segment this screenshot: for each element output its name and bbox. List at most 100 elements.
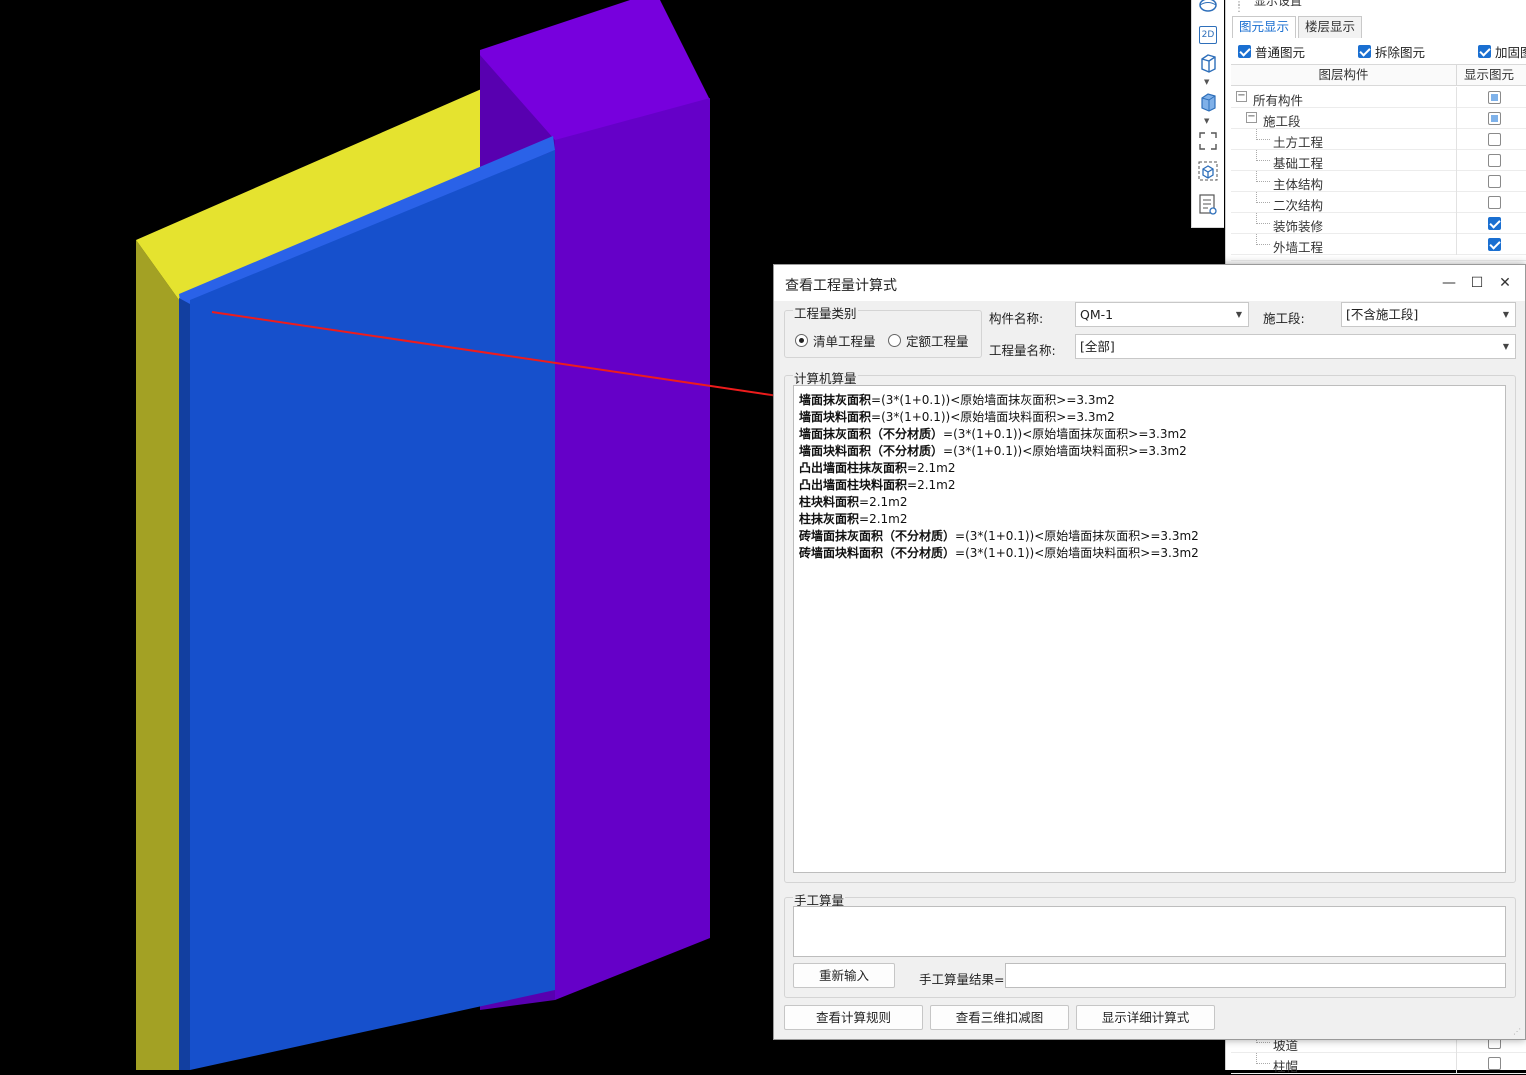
column-front-face[interactable] (555, 98, 710, 1000)
wall-left-edge[interactable] (179, 298, 190, 1070)
checkbox[interactable] (1478, 45, 1491, 58)
sphere-icon[interactable] (1197, 0, 1219, 16)
tree-cell: − 施工段 (1231, 108, 1457, 129)
calc-item-expression: =(3*(1+0.1))<原始墙面抹灰面积>=3.3m2 (871, 393, 1115, 407)
tree-row[interactable]: 装饰装修 (1231, 213, 1526, 234)
tree-row[interactable]: − 所有构件 (1231, 87, 1526, 108)
manual-calc-input[interactable] (793, 906, 1506, 957)
calc-item-expression: =(3*(1+0.1))<原始墙面抹灰面积>=3.3m2 (943, 427, 1187, 441)
quantity-name-select[interactable]: [全部] ▼ (1075, 334, 1516, 359)
calc-item-name: 柱块料面积 (799, 495, 860, 509)
3d-box-icon[interactable] (1197, 160, 1219, 182)
view-calc-rules-button[interactable]: 查看计算规则 (784, 1005, 923, 1030)
view-toolbar: 2D ▼ ▼ (1191, 0, 1224, 228)
calc-item-expression: =(3*(1+0.1))<原始墙面块料面积>=3.3m2 (955, 546, 1199, 560)
display-checkbox[interactable] (1488, 217, 1501, 230)
fullscreen-icon[interactable] (1197, 130, 1219, 152)
wall-front-face[interactable] (190, 150, 555, 1070)
calc-item-expression: =(3*(1+0.1))<原始墙面块料面积>=3.3m2 (871, 410, 1115, 424)
column-header-layer: 图层构件 (1231, 65, 1457, 85)
tree-cell: 二次结构 (1231, 192, 1457, 213)
display-checkbox[interactable] (1488, 154, 1501, 167)
tree-cell: 主体结构 (1231, 171, 1457, 192)
calc-item-name: 柱抹灰面积 (799, 512, 860, 526)
radio-norm-quantity[interactable]: 定额工程量 (888, 331, 969, 350)
dialog-title: 查看工程量计算式 (785, 278, 897, 294)
calc-formula-line: 凸出墙面柱抹灰面积=2.1m2 (799, 459, 955, 476)
tree-label: 外墙工程 (1273, 240, 1324, 255)
2d-view-icon[interactable]: 2D (1199, 26, 1217, 44)
chevron-down-icon[interactable]: ▼ (1204, 117, 1209, 125)
calc-formula-line: 砖墙面块料面积（不分材质）=(3*(1+0.1))<原始墙面块料面积>=3.3m… (799, 544, 1199, 561)
reset-input-button[interactable]: 重新输入 (793, 963, 895, 988)
check-label: 加固图 (1495, 45, 1526, 60)
manual-result-label: 手工算量结果= (919, 972, 1005, 987)
tree-connector (1256, 129, 1270, 140)
tree-row[interactable]: − 施工段 (1231, 108, 1526, 129)
maximize-icon[interactable]: ☐ (1467, 273, 1487, 293)
show-detailed-formula-button[interactable]: 显示详细计算式 (1076, 1005, 1215, 1030)
dialog-titlebar[interactable]: 查看工程量计算式 — ☐ ✕ (774, 265, 1525, 301)
calc-item-name: 墙面抹灰面积（不分材质） (799, 427, 944, 441)
component-name-label: 构件名称: (989, 311, 1044, 326)
drag-handle-icon[interactable]: ⋮ ⋮ (1234, 0, 1244, 14)
quantity-type-group: 工程量类别 清单工程量 定额工程量 (784, 303, 982, 358)
collapse-icon[interactable]: − (1236, 91, 1247, 102)
radio-button[interactable] (795, 334, 808, 347)
collapse-icon[interactable]: − (1246, 112, 1257, 123)
calc-item-name: 墙面抹灰面积 (799, 393, 872, 407)
display-checkbox[interactable] (1488, 133, 1501, 146)
manual-result-field[interactable] (1005, 963, 1506, 988)
resize-grip-icon[interactable]: ⋰ (1513, 1027, 1523, 1037)
check-demolished-elements[interactable]: 拆除图元 (1358, 42, 1425, 61)
display-checkbox[interactable] (1488, 1057, 1501, 1070)
tree-row[interactable]: 土方工程 (1231, 129, 1526, 150)
tree-row[interactable]: 主体结构 (1231, 171, 1526, 192)
display-checkbox[interactable] (1488, 112, 1501, 125)
minimize-icon[interactable]: — (1439, 273, 1459, 293)
tree-row[interactable]: 外墙工程 (1231, 234, 1526, 255)
panel-title: 显示设置 (1254, 0, 1303, 8)
check-normal-elements[interactable]: 普通图元 (1238, 42, 1305, 61)
tree-label: 基础工程 (1273, 156, 1324, 171)
segment-select[interactable]: [不含施工段] ▼ (1341, 302, 1516, 327)
display-checkbox[interactable] (1488, 238, 1501, 251)
display-checkbox[interactable] (1488, 196, 1501, 209)
radio-bill-quantity[interactable]: 清单工程量 (795, 331, 876, 350)
check-reinforced-elements[interactable]: 加固图 (1478, 42, 1526, 61)
view-3d-deduction-button[interactable]: 查看三维扣减图 (930, 1005, 1069, 1030)
display-checkbox[interactable] (1488, 175, 1501, 188)
calc-item-expression: =(3*(1+0.1))<原始墙面块料面积>=3.3m2 (943, 444, 1187, 458)
tree-cell: 装饰装修 (1231, 213, 1457, 234)
tree-label: 装饰装修 (1273, 219, 1324, 234)
radio-label: 定额工程量 (906, 334, 969, 349)
group-label: 工程量类别 (793, 303, 858, 322)
tree-row[interactable]: 二次结构 (1231, 192, 1526, 213)
chevron-down-icon[interactable]: ▼ (1204, 78, 1209, 86)
tree-connector (1256, 234, 1270, 245)
chevron-down-icon: ▼ (1502, 342, 1509, 351)
cube-outline-icon[interactable] (1197, 52, 1219, 74)
calc-item-name: 墙面块料面积（不分材质） (799, 444, 944, 458)
column-header-display: 显示图元 (1463, 67, 1514, 82)
calc-formula-area[interactable]: 墙面抹灰面积=(3*(1+0.1))<原始墙面抹灰面积>=3.3m2 墙面块料面积… (793, 385, 1506, 873)
component-name-select[interactable]: QM-1 ▼ (1075, 302, 1249, 327)
display-checkbox[interactable] (1488, 91, 1501, 104)
list-settings-icon[interactable] (1197, 194, 1219, 216)
quantity-formula-dialog: 查看工程量计算式 — ☐ ✕ 工程量类别 清单工程量 定额工程量 构件名称: Q… (773, 264, 1526, 1040)
calc-formula-line: 墙面块料面积（不分材质）=(3*(1+0.1))<原始墙面块料面积>=3.3m2 (799, 442, 1187, 459)
radio-button[interactable] (888, 334, 901, 347)
calc-formula-line: 墙面块料面积=(3*(1+0.1))<原始墙面块料面积>=3.3m2 (799, 408, 1115, 425)
checkbox[interactable] (1238, 45, 1251, 58)
calc-item-name: 砖墙面块料面积（不分材质） (799, 546, 956, 560)
tree-row[interactable]: 基础工程 (1231, 150, 1526, 171)
calc-item-expression: =2.1m2 (859, 495, 908, 509)
panel-tabs: 图元显示 楼层显示 (1232, 16, 1364, 38)
close-icon[interactable]: ✕ (1495, 273, 1515, 293)
tree-row[interactable]: 柱帽 (1231, 1053, 1526, 1074)
tab-floor-display[interactable]: 楼层显示 (1298, 16, 1363, 38)
calc-formula-line: 砖墙面抹灰面积（不分材质）=(3*(1+0.1))<原始墙面抹灰面积>=3.3m… (799, 527, 1199, 544)
tab-element-display[interactable]: 图元显示 (1232, 16, 1297, 38)
checkbox[interactable] (1358, 45, 1371, 58)
cube-solid-icon[interactable] (1197, 91, 1219, 113)
